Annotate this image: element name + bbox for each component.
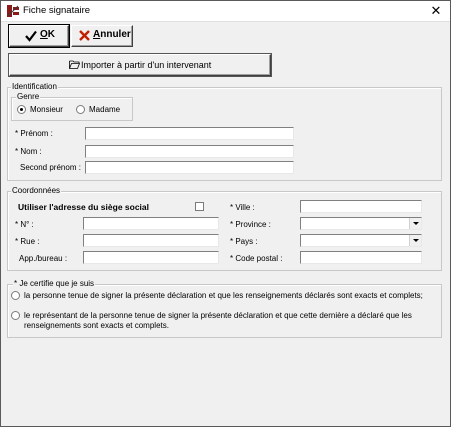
nom-label: * Nom : [15,147,42,156]
certification-option2-label-line2: renseignements sont exacts et complets. [24,321,169,330]
second-prenom-input[interactable] [85,161,294,174]
no-label: * N° : [15,220,34,229]
signature-app-icon [7,5,19,17]
use-siege-label: Utiliser l'adresse du siège social [18,202,149,212]
use-siege-checkbox[interactable] [195,202,204,211]
x-icon [79,30,90,41]
nom-input[interactable] [85,145,294,158]
ok-button[interactable]: OK [8,24,70,48]
ok-label: OK [40,29,56,40]
ville-input[interactable] [300,200,422,213]
genre-monsieur-label: Monsieur [30,105,63,114]
dialog-window: Fiche signataire ✕ OK Annuler Importer à… [0,0,451,427]
window-title: Fiche signataire [23,5,91,16]
certification-option2-radio[interactable] [11,311,20,320]
province-select[interactable] [300,217,422,230]
title-bar: Fiche signataire ✕ [1,1,450,22]
cancel-label: Annuler [93,29,131,40]
genre-madame-label: Madame [89,105,121,114]
chevron-down-icon[interactable] [409,235,421,246]
rue-input[interactable] [83,234,219,247]
no-input[interactable] [83,217,219,230]
pays-label: * Pays : [230,237,258,246]
pays-select[interactable] [300,234,422,247]
genre-group-label: Genre [16,92,41,101]
prenom-label: * Prénom : [15,129,53,138]
checkmark-icon [25,30,37,42]
certification-option2-label-line1: le représentant de la personne tenue de … [24,311,412,320]
close-icon[interactable]: ✕ [422,1,450,21]
certification-option1-radio[interactable] [11,291,20,300]
certification-option1-label: la personne tenue de signer la présente … [24,291,423,300]
rue-label: * Rue : [15,237,40,246]
import-button[interactable]: Importer à partir d'un intervenant [8,53,272,77]
certification-group-label: * Je certifie que je suis [13,279,96,288]
code-postal-input[interactable] [300,251,422,264]
ville-label: * Ville : [230,203,255,212]
import-label: Importer à partir d'un intervenant [81,60,212,70]
folder-open-icon [69,60,80,69]
chevron-down-icon[interactable] [409,218,421,229]
genre-monsieur-radio[interactable] [17,105,26,114]
prenom-input[interactable] [85,127,294,140]
code-postal-label: * Code postal : [230,254,283,263]
app-bureau-input[interactable] [83,251,219,264]
genre-madame-radio[interactable] [76,105,85,114]
app-bureau-label: App./bureau : [19,254,68,263]
cancel-button[interactable]: Annuler [71,25,133,47]
identification-group-label: Identification [11,82,58,91]
province-label: * Province : [230,220,271,229]
second-prenom-label: Second prénom : [20,163,81,172]
coordonnees-group-label: Coordonnées [11,186,62,195]
